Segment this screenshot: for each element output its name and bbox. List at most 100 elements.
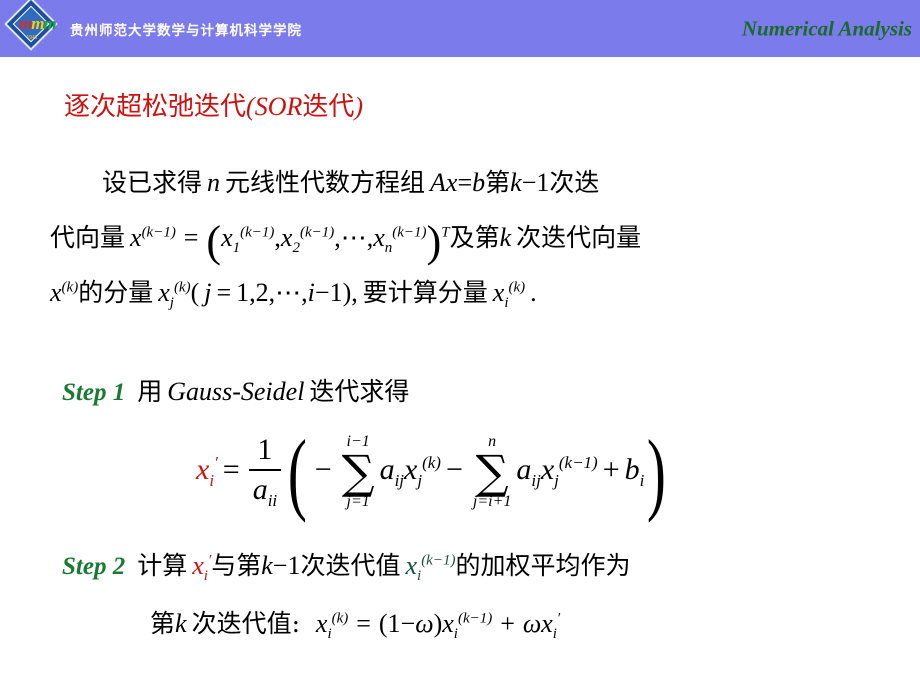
b1-expr-Ax: Ax: [430, 168, 458, 197]
b2-x2-sub: 2: [292, 240, 300, 256]
final-iteration-line: 第k 次迭代值: xi(k) = (1−ω)xi(k−1) + ωxi′: [150, 604, 561, 642]
formula-term2-a-base: a: [516, 453, 532, 486]
formula-fraction-denominator: aii: [249, 473, 281, 510]
b2-x2-sup: (k−1): [299, 224, 335, 241]
formula-fraction-bar: [248, 469, 282, 471]
b2-vector-x-superscript: (k−1): [141, 224, 176, 241]
b3-comma2: ,: [351, 278, 358, 307]
final-x-prime-mark: ′: [556, 610, 561, 627]
b1-text2: 元线性代数方程组: [225, 168, 426, 197]
b3-text1: 的分量: [78, 278, 154, 307]
b3-equals: =: [216, 278, 232, 307]
b1-text1: 设已求得: [102, 168, 203, 197]
b3-xi-sub: i: [504, 295, 509, 311]
final-cn-2: 次迭代值:: [191, 609, 300, 638]
b3-x-sup: (k): [61, 279, 79, 296]
b1-var-k: k: [510, 168, 522, 197]
step-2-x-prime: xi′: [192, 551, 211, 584]
logo-letters: mmm: [19, 12, 57, 36]
formula-equals: =: [222, 453, 240, 486]
slide-title-cn-part1: 逐次超松弛迭代: [64, 92, 247, 122]
formula-den-sub: ii: [267, 491, 278, 510]
step-2-minus-one: −1: [272, 551, 301, 580]
formula-sum1-sigma-icon: ∑: [341, 445, 375, 499]
b2-x2: x: [280, 223, 293, 252]
step-1-method-name: Gauss-Seidel: [167, 377, 305, 406]
b3-xj-sup: (k): [173, 279, 191, 296]
b3-paren-open: (: [190, 278, 200, 307]
final-x-k-sup: (k): [331, 610, 349, 627]
step-2-x-prime-base: x: [192, 551, 204, 580]
b2-xn: x: [373, 223, 385, 252]
b3-x: x: [50, 278, 62, 307]
slide-title-cn-part2: 迭代: [302, 92, 355, 122]
step-1-cn-1: 用: [137, 377, 163, 406]
b3-xi: x: [492, 278, 505, 307]
b2-x1: x: [221, 223, 233, 252]
formula-minus-1: −: [314, 453, 332, 486]
step-1-label: Step 1: [62, 379, 126, 406]
body-line-2: 代向量 x(k−1) = (x1(k−1),x2(k−1),⋯,xn(k−1))…: [50, 210, 890, 265]
final-x-prime: xi′: [541, 609, 561, 642]
b1-equals: =: [457, 168, 473, 197]
b3-period: .: [530, 278, 537, 307]
step-2-x-prev-sup: (k−1): [421, 552, 456, 569]
b2-xn-sup: (k−1): [392, 224, 427, 241]
step-1-cn-2: 迭代求得: [309, 377, 410, 406]
b3-xj: x: [158, 278, 170, 307]
formula-term2-x-base: x: [540, 453, 555, 486]
header-school-name: 贵州师范大学数学与计算机科学学院: [70, 23, 302, 39]
logo-letter-red: m: [19, 14, 32, 33]
final-omega-1: ω: [415, 609, 434, 638]
step-2-cn-2: 与第: [211, 551, 262, 580]
b1-minus-one: −1: [521, 168, 550, 197]
logo-year-text: 1941: [26, 35, 38, 41]
b2-paren-open: (: [206, 217, 222, 266]
formula-term3-b-sub: i: [639, 471, 645, 490]
step-2-cn-3: 次迭代值: [300, 551, 401, 580]
logo-letter-green: m: [43, 14, 56, 33]
formula-den-a: a: [252, 473, 268, 506]
slide-title-latin: SOR: [254, 92, 303, 121]
slide-title: 逐次超松弛迭代(SOR迭代): [64, 86, 363, 123]
formula-term1-x: xj(k): [404, 453, 441, 489]
b1-text4: 次迭: [549, 168, 600, 197]
step-2-x-prev: xi(k−1): [405, 551, 456, 584]
formula-term1-a-sub: ij: [394, 471, 405, 490]
final-cn-1: 第: [150, 609, 176, 638]
formula-term3-b: bi: [624, 453, 645, 490]
step-2-var-k: k: [261, 551, 273, 580]
step-2-cn-4: 的加权平均作为: [455, 551, 631, 580]
formula-term2-x-sup: (k−1): [558, 453, 598, 472]
formula-lhs: xi′: [196, 453, 218, 490]
slide-title-paren-open: (: [246, 92, 255, 121]
final-x-km1: xi(k−1): [442, 609, 492, 642]
formula-lhs-sub: i: [209, 471, 215, 490]
sor-gauss-seidel-formula: xi′ = 1 aii ( − i−1 ∑ j=1 aij xj(k) − n ∑…: [196, 421, 667, 523]
b3-xi-sup: (k): [508, 279, 526, 296]
slide-body: 设已求得 n 元线性代数方程组 Ax=b第k−1次迭 代向量 x(k−1) = …: [50, 155, 890, 320]
b3-values: 1,2,: [236, 278, 276, 307]
b2-text2: 及第: [449, 223, 500, 252]
header-course-title: Numerical Analysis: [741, 16, 912, 41]
b3-paren-close: ): [342, 278, 352, 307]
gznu-emblem-logo: mmm 1941: [4, 0, 64, 56]
b2-text1: 代向量: [50, 223, 126, 252]
formula-fraction: 1 aii: [248, 433, 282, 510]
final-equals: =: [356, 609, 371, 638]
b2-ellipsis: ⋯: [340, 223, 367, 252]
formula-summation-1: i−1 ∑ j=1: [342, 434, 375, 510]
formula-term3-b-base: b: [624, 453, 640, 486]
body-line-1: 设已求得 n 元线性代数方程组 Ax=b第k−1次迭: [50, 155, 890, 210]
formula-lhs-prime: ′: [214, 453, 218, 472]
final-x-k: xi(k): [316, 609, 349, 642]
final-rhs-close: ): [433, 609, 443, 638]
b2-vector-x: x: [130, 223, 142, 252]
body-line-3: x(k)的分量 xj(k)( j = 1,2,⋯,i−1), 要计算分量 xi(…: [50, 265, 890, 320]
b2-paren-close: ): [426, 217, 442, 266]
b2-text3: 次迭代向量: [516, 223, 642, 252]
formula-sum2-lower-limit: j=i+1: [472, 493, 512, 510]
b2-x1-sup: (k−1): [240, 224, 275, 241]
b3-xj-sub: j: [169, 295, 174, 311]
b1-var-b: b: [472, 168, 486, 197]
